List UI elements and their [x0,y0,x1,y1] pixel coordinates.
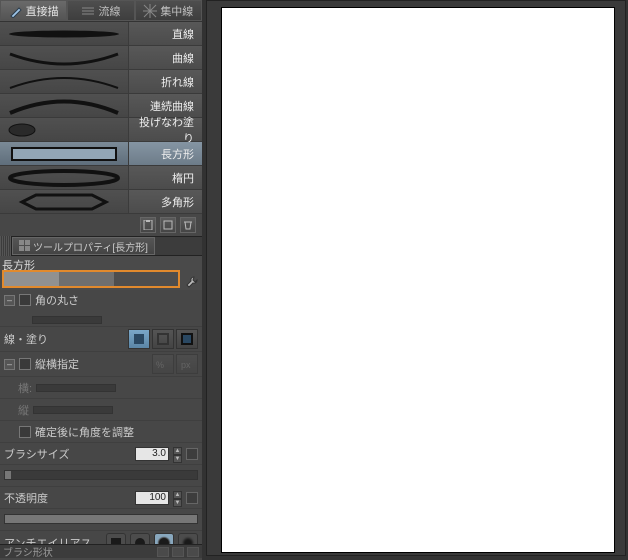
new-page-icon[interactable] [160,217,176,233]
tool-property-tab[interactable]: ツールプロパティ[長方形] [12,237,155,255]
opacity-stepper[interactable]: ▲▼ [173,491,182,505]
subtool-header: 長方形 [0,256,202,290]
brush-size-dynamics[interactable] [186,448,198,460]
tool-list: 直線 曲線 折れ線 連続曲線 投げなわ塗り 長方形 楕円 多角形 [0,22,202,214]
tool-straight-line[interactable]: 直線 [0,22,202,46]
prop-height: 縦 [0,399,202,421]
tab-stream-line[interactable]: 流線 [67,0,134,21]
bottom-strip: ブラシ形状 [0,544,202,558]
brush-size-value[interactable]: 3.0 [135,447,169,461]
brush-size-slider[interactable] [4,470,198,480]
tool-polyline[interactable]: 折れ線 [0,70,202,94]
pencil-icon [9,4,23,18]
tool-rectangle[interactable]: 長方形 [0,142,202,166]
brush-size-stepper[interactable]: ▲▼ [173,447,182,461]
tool-ellipse[interactable]: 楕円 [0,166,202,190]
tab-label: 流線 [98,3,120,19]
svg-text:px: px [181,360,191,370]
tool-actions-bar [0,214,202,236]
expander[interactable]: – [4,295,15,306]
height-slider[interactable] [33,406,113,414]
prop-aspect-lock: – 縦横指定 % px [0,352,202,377]
tab-focus-line[interactable]: 集中線 [135,0,202,21]
width-slider[interactable] [36,384,116,392]
tab-label: 集中線 [160,3,193,19]
tab-label: 直接描 [26,3,59,19]
opacity-dynamics[interactable] [186,492,198,504]
tool-lasso-fill[interactable]: 投げなわ塗り [0,118,202,142]
tab-direct-draw[interactable]: 直接描 [0,0,67,21]
opacity-value[interactable]: 100 [135,491,169,505]
prop-adjust-angle: 確定後に角度を調整 [0,421,202,443]
corner-radius-slider[interactable] [32,316,102,324]
aspect-mode-a[interactable]: % [152,354,174,374]
prop-brush-size-slider-row [0,465,202,487]
checkbox-aspect[interactable] [19,358,31,370]
grid-icon [19,240,31,252]
subtool-tabs: 直接描 流線 集中線 [0,0,202,22]
tool-properties: – 角の丸さ 線・塗り – 縦横指定 % px 横: [0,290,202,560]
canvas[interactable] [221,7,615,553]
subtool-preview[interactable] [2,270,180,288]
linefill-outline[interactable] [152,329,174,349]
checkbox-adjust-angle[interactable] [19,426,31,438]
prop-opacity: 不透明度 100 ▲▼ [0,487,202,509]
linefill-fill[interactable] [128,329,150,349]
prop-line-fill: 線・塗り [0,327,202,352]
radial-icon [143,4,157,18]
prop-opacity-slider-row [0,509,202,531]
linefill-both[interactable] [176,329,198,349]
clipboard-icon[interactable] [140,217,156,233]
strip-icon-b[interactable] [172,547,184,557]
tool-property-tabbar: ツールプロパティ[長方形] [0,236,202,256]
prop-width: 横: [0,377,202,399]
strip-icon-a[interactable] [157,547,169,557]
prop-brush-size: ブラシサイズ 3.0 ▲▼ [0,443,202,465]
panel-grip[interactable] [0,236,12,256]
aspect-mode-b[interactable]: px [176,354,198,374]
wrench-icon[interactable] [184,274,200,290]
brush-shape-label: ブラシ形状 [3,544,53,559]
prop-corner-radius: – 角の丸さ [0,290,202,327]
expander[interactable]: – [4,359,15,370]
tool-curve[interactable]: 曲線 [0,46,202,70]
canvas-area [206,0,626,556]
opacity-slider[interactable] [4,514,198,524]
checkbox-corner-radius[interactable] [19,294,31,306]
stream-icon [81,4,95,18]
tool-polygon[interactable]: 多角形 [0,190,202,214]
trash-icon[interactable] [180,217,196,233]
strip-icon-c[interactable] [187,547,199,557]
svg-text:%: % [156,360,164,370]
